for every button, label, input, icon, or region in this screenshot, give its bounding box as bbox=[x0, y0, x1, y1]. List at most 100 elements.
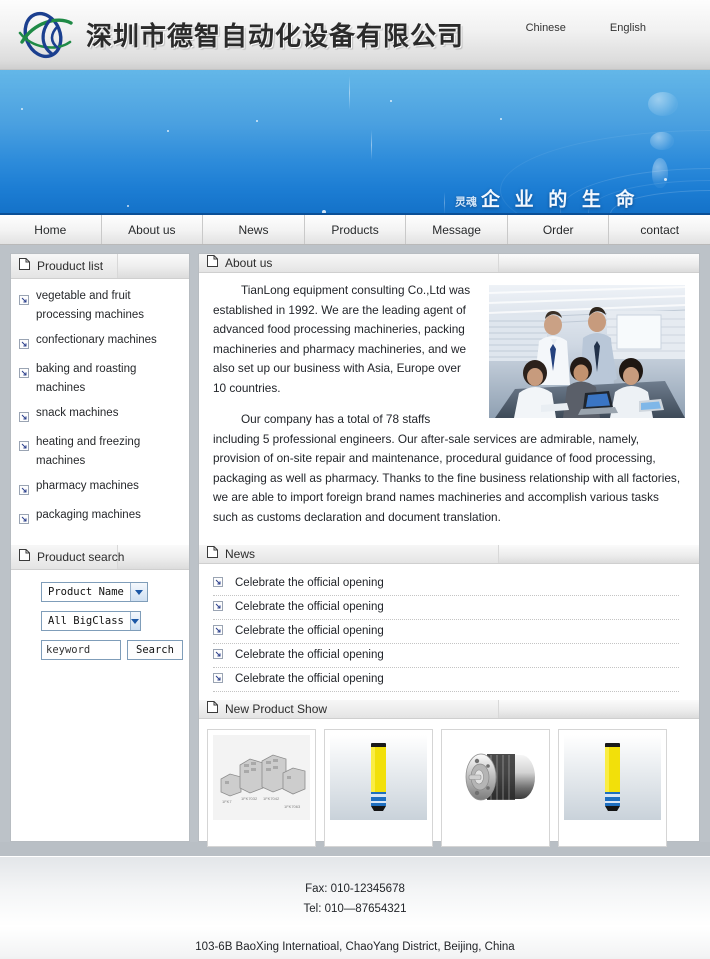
sidebar-item-snack[interactable]: snack machines bbox=[19, 404, 183, 427]
arrow-bullet-icon bbox=[19, 292, 29, 310]
news-item-label: Celebrate the official opening bbox=[235, 673, 384, 685]
arrow-bullet-icon bbox=[19, 409, 29, 427]
nav-item-message[interactable]: Message bbox=[406, 215, 508, 244]
product-thumbnail-cell[interactable]: 1FK7 1FK7032 1FK7042 1FK7063 bbox=[207, 729, 316, 847]
search-input[interactable] bbox=[41, 640, 121, 660]
arrow-bullet-icon bbox=[19, 365, 29, 383]
arrow-bullet-icon bbox=[19, 438, 29, 456]
sidebar: Prouduct list vegetable and fruit proces… bbox=[10, 253, 190, 842]
sidebar-item-confectionary[interactable]: confectionary machines bbox=[19, 331, 183, 354]
news-list: Celebrate the official opening Celebrate… bbox=[199, 564, 699, 700]
sidebar-item-label: pharmacy machines bbox=[36, 480, 139, 492]
panel-header-new-product-show: New Product Show bbox=[199, 700, 699, 719]
svg-text:1FK7063: 1FK7063 bbox=[284, 804, 301, 809]
nav-item-home[interactable]: Home bbox=[0, 215, 102, 244]
nav-item-news[interactable]: News bbox=[203, 215, 305, 244]
nav-item-about-us[interactable]: About us bbox=[102, 215, 204, 244]
light-streak bbox=[371, 130, 372, 160]
chevron-down-icon bbox=[129, 583, 147, 601]
sidebar-item-pharmacy[interactable]: pharmacy machines bbox=[19, 477, 183, 500]
arrow-bullet-icon bbox=[213, 622, 223, 640]
swirl-logo-icon[interactable] bbox=[14, 8, 76, 62]
sparkle bbox=[256, 120, 258, 122]
news-item-label: Celebrate the official opening bbox=[235, 577, 384, 589]
banner-slogan-prefix: 灵魂 bbox=[455, 195, 477, 209]
product-list: vegetable and fruit processing machines … bbox=[11, 279, 189, 545]
sidebar-item-packaging[interactable]: packaging machines bbox=[19, 506, 183, 529]
rotary-encoder-product-photo bbox=[447, 735, 544, 820]
new-product-grid: 1FK7 1FK7032 1FK7042 1FK7063 bbox=[199, 719, 699, 861]
about-paragraph-2: Our company has a total of 78 staffs inc… bbox=[213, 412, 681, 524]
news-list-item[interactable]: Celebrate the official opening bbox=[213, 620, 679, 644]
arrow-bullet-icon bbox=[19, 482, 29, 500]
lang-link-english[interactable]: English bbox=[610, 22, 646, 34]
news-list-item[interactable]: Celebrate the official opening bbox=[213, 572, 679, 596]
lang-link-chinese[interactable]: Chinese bbox=[526, 22, 566, 34]
panel-title: Prouduct search bbox=[37, 550, 125, 564]
page-root: 深圳市德智自动化设备有限公司 Chinese English 灵魂企 业 的 生… bbox=[0, 0, 710, 959]
about-body: TianLong equipment consulting Co.,Ltd wa… bbox=[199, 273, 699, 545]
nav-item-contact[interactable]: contact bbox=[609, 215, 710, 244]
panel-header-about-us: About us bbox=[199, 254, 699, 273]
arrow-bullet-icon bbox=[19, 511, 29, 529]
footer-address: 103-6B BaoXing Internatioal, ChaoYang Di… bbox=[195, 941, 515, 953]
product-thumbnail-cell[interactable] bbox=[558, 729, 667, 847]
nav-item-order[interactable]: Order bbox=[508, 215, 610, 244]
sparkle bbox=[21, 108, 23, 110]
sidebar-item-label: packaging machines bbox=[36, 509, 141, 521]
panel-title: Prouduct list bbox=[37, 259, 104, 273]
content-area: Prouduct list vegetable and fruit proces… bbox=[0, 245, 710, 847]
business-meeting-photo bbox=[489, 285, 685, 418]
sparkle bbox=[390, 100, 392, 102]
panel-title: New Product Show bbox=[225, 702, 328, 716]
site-header: 深圳市德智自动化设备有限公司 Chinese English bbox=[0, 0, 710, 70]
sparkle bbox=[167, 130, 169, 132]
water-droplet bbox=[652, 158, 668, 188]
search-button[interactable]: Search bbox=[127, 640, 183, 660]
search-class-select[interactable]: All BigClass bbox=[41, 611, 141, 631]
news-item-label: Celebrate the official opening bbox=[235, 649, 384, 661]
chevron-down-icon bbox=[129, 612, 140, 630]
document-icon bbox=[207, 254, 218, 272]
product-thumbnail-cell[interactable] bbox=[324, 729, 433, 847]
sparkle bbox=[500, 118, 502, 120]
svg-text:1FK7032: 1FK7032 bbox=[241, 796, 258, 801]
sidebar-item-label: snack machines bbox=[36, 407, 119, 419]
document-icon bbox=[207, 545, 218, 563]
news-list-item[interactable]: Celebrate the official opening bbox=[213, 644, 679, 668]
sidebar-item-label: confectionary machines bbox=[36, 334, 157, 346]
news-item-label: Celebrate the official opening bbox=[235, 601, 384, 613]
news-list-item[interactable]: Celebrate the official opening bbox=[213, 596, 679, 620]
news-list-item[interactable]: Celebrate the official opening bbox=[213, 668, 679, 692]
yellow-light-curtain-product-photo bbox=[330, 735, 427, 820]
company-name: 深圳市德智自动化设备有限公司 bbox=[86, 22, 465, 52]
document-icon bbox=[207, 700, 218, 718]
arrow-bullet-icon bbox=[213, 670, 223, 688]
sparkle bbox=[322, 210, 326, 213]
news-item-label: Celebrate the official opening bbox=[235, 625, 384, 637]
product-thumbnail-cell[interactable] bbox=[441, 729, 550, 847]
search-field-select[interactable]: Product Name bbox=[41, 582, 148, 602]
hero-banner: 灵魂企 业 的 生 命 bbox=[0, 70, 710, 215]
sparkle bbox=[127, 205, 129, 207]
nav-item-products[interactable]: Products bbox=[305, 215, 407, 244]
gray-modules-product-photo: 1FK7 1FK7032 1FK7042 1FK7063 bbox=[213, 735, 310, 820]
sidebar-item-heating-freezing[interactable]: heating and freezing machines bbox=[19, 433, 183, 471]
footer-fax: Fax: 010-12345678 bbox=[305, 883, 405, 895]
arrow-bullet-icon bbox=[19, 336, 29, 354]
document-icon bbox=[19, 257, 30, 275]
language-links: Chinese English bbox=[526, 22, 646, 34]
sidebar-item-vegetable-fruit[interactable]: vegetable and fruit processing machines bbox=[19, 287, 183, 325]
panel-title: News bbox=[225, 547, 256, 561]
banner-slogan-text: 企 业 的 生 命 bbox=[481, 188, 639, 211]
sidebar-item-baking-roasting[interactable]: baking and roasting machines bbox=[19, 360, 183, 398]
product-search-form: Product Name All BigClass Search bbox=[11, 570, 189, 674]
search-row: Search bbox=[41, 640, 189, 660]
arrow-bullet-icon bbox=[213, 574, 223, 592]
arrow-bullet-icon bbox=[213, 598, 223, 616]
sidebar-item-label: vegetable and fruit processing machines bbox=[36, 290, 145, 321]
arrow-bullet-icon bbox=[213, 646, 223, 664]
main-navigation: Home About us News Products Message Orde… bbox=[0, 215, 710, 245]
main-column: About us TianLong equipment consulting C… bbox=[198, 253, 700, 847]
panel-header-product-list: Prouduct list bbox=[11, 254, 189, 279]
